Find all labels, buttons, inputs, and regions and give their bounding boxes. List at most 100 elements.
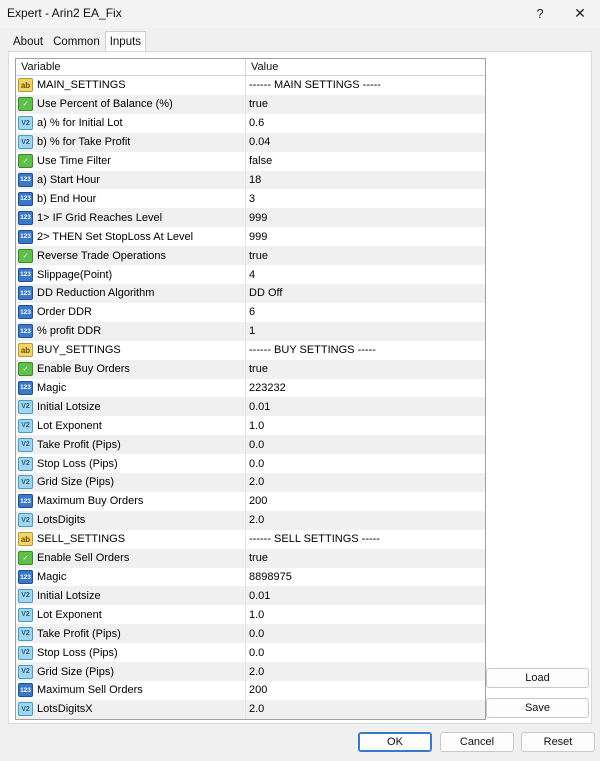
- table-row[interactable]: 123 Slippage(Point) 4: [16, 265, 485, 284]
- double-type-icon: V2: [18, 418, 33, 433]
- variable-cell: V2 Lot Exponent: [16, 605, 246, 625]
- value-cell[interactable]: 0.6: [246, 117, 485, 129]
- table-row[interactable]: V2 LotsDigitsX 2.0: [16, 699, 485, 719]
- table-row[interactable]: ✓ Use Percent of Balance (%) true: [16, 94, 485, 114]
- table-row[interactable]: 123 2> THEN Set StopLoss At Level 999: [16, 227, 485, 247]
- cancel-button[interactable]: Cancel: [440, 732, 514, 752]
- variable-name: Order DDR: [37, 306, 93, 319]
- variable-name: b) % for Take Profit: [37, 136, 131, 149]
- table-row[interactable]: 123 Order DDR 6: [16, 302, 485, 322]
- column-header-value[interactable]: Value: [246, 59, 485, 76]
- value-cell[interactable]: true: [246, 363, 485, 375]
- value-cell[interactable]: true: [246, 98, 485, 110]
- value-cell[interactable]: 3: [246, 193, 485, 205]
- table-row[interactable]: 123 Maximum Sell Orders 200: [16, 681, 485, 700]
- value-cell[interactable]: 2.0: [246, 703, 485, 715]
- table-row[interactable]: V2 Stop Loss (Pips) 0.0: [16, 643, 485, 663]
- value-cell[interactable]: 1.0: [246, 609, 485, 621]
- table-row[interactable]: V2 a) % for Initial Lot 0.6: [16, 113, 485, 133]
- column-header-variable[interactable]: Variable: [16, 59, 246, 76]
- value-cell[interactable]: 18: [246, 174, 485, 186]
- table-row[interactable]: 123 % profit DDR 1: [16, 321, 485, 341]
- table-row[interactable]: ✓ Reverse Trade Operations true: [16, 246, 485, 266]
- variable-cell: V2 Take Profit (Pips): [16, 435, 246, 455]
- value-cell[interactable]: 1.0: [246, 420, 485, 432]
- table-row[interactable]: V2 Stop Loss (Pips) 0.0: [16, 454, 485, 474]
- variable-name: 2> THEN Set StopLoss At Level: [37, 230, 194, 243]
- variable-cell: V2 Stop Loss (Pips): [16, 643, 246, 663]
- table-row[interactable]: V2 Take Profit (Pips) 0.0: [16, 435, 485, 455]
- variable-name: Enable Sell Orders: [37, 552, 130, 565]
- table-row[interactable]: ab SELL_SETTINGS ------ SELL SETTINGS ----…: [16, 529, 485, 549]
- table-row[interactable]: ✓ Enable Sell Orders true: [16, 548, 485, 568]
- tab-inputs[interactable]: Inputs: [104, 31, 147, 51]
- value-cell[interactable]: 0.0: [246, 458, 485, 470]
- save-button[interactable]: Save: [486, 698, 589, 718]
- table-row[interactable]: V2 Lot Exponent 1.0: [16, 605, 485, 625]
- variable-name: MAIN_SETTINGS: [37, 79, 126, 92]
- table-row[interactable]: V2 Grid Size (Pips) 2.0: [16, 473, 485, 492]
- table-row[interactable]: ab MAIN_SETTINGS ------ MAIN SETTINGS ----…: [16, 76, 485, 95]
- table-row[interactable]: 123 Maximum Buy Orders 200: [16, 491, 485, 511]
- table-row[interactable]: V2 b) % for Take Profit 0.04: [16, 132, 485, 152]
- table-row[interactable]: V2 LotsDigits 2.0: [16, 510, 485, 530]
- value-cell[interactable]: 0.0: [246, 647, 485, 659]
- value-cell[interactable]: 200: [246, 684, 485, 696]
- table-row[interactable]: 123 Magic 223232: [16, 378, 485, 398]
- value-cell[interactable]: true: [246, 250, 485, 262]
- grid-header: Variable Value: [16, 59, 485, 76]
- string-type-icon: ab: [18, 78, 33, 93]
- string-type-icon: ab: [18, 532, 33, 547]
- reset-button[interactable]: Reset: [521, 732, 595, 752]
- value-cell[interactable]: false: [246, 155, 485, 167]
- double-type-icon: V2: [18, 664, 33, 679]
- table-row[interactable]: ✓ Enable Buy Orders true: [16, 359, 485, 379]
- close-button[interactable]: ✕: [560, 0, 600, 26]
- variable-cell: 123 Maximum Buy Orders: [16, 491, 246, 511]
- table-row[interactable]: V2 Take Profit (Pips) 0.0: [16, 624, 485, 644]
- value-cell[interactable]: 2.0: [246, 476, 485, 488]
- table-row[interactable]: V2 Lot Exponent 1.0: [16, 416, 485, 436]
- tab-common[interactable]: Common: [48, 32, 105, 51]
- tab-about[interactable]: About: [8, 32, 48, 51]
- table-row[interactable]: 123 DD Reduction Algorithm DD Off: [16, 283, 485, 303]
- value-cell[interactable]: true: [246, 552, 485, 564]
- value-cell[interactable]: ------ SELL SETTINGS -----: [246, 533, 485, 545]
- table-row[interactable]: 123 1> IF Grid Reaches Level 999: [16, 208, 485, 228]
- table-row[interactable]: V2 Initial Lotsize 0.01: [16, 586, 485, 606]
- value-cell[interactable]: ------ BUY SETTINGS -----: [246, 344, 485, 356]
- value-cell[interactable]: 0.0: [246, 439, 485, 451]
- table-row[interactable]: 123 a) Start Hour 18: [16, 170, 485, 190]
- integer-type-icon: 123: [18, 494, 33, 509]
- value-cell[interactable]: 0.01: [246, 590, 485, 602]
- value-cell[interactable]: ------ MAIN SETTINGS -----: [246, 79, 485, 91]
- value-cell[interactable]: 0.04: [246, 136, 485, 148]
- value-cell[interactable]: 0.01: [246, 401, 485, 413]
- value-cell[interactable]: 0.0: [246, 628, 485, 640]
- value-cell[interactable]: 999: [246, 231, 485, 243]
- load-button[interactable]: Load: [486, 668, 589, 688]
- double-type-icon: V2: [18, 116, 33, 131]
- bool-type-icon: ✓: [18, 248, 33, 263]
- value-cell[interactable]: 1: [246, 325, 485, 337]
- integer-type-icon: 123: [18, 210, 33, 225]
- variable-name: Initial Lotsize: [37, 589, 101, 602]
- ok-button[interactable]: OK: [358, 732, 432, 752]
- value-cell[interactable]: 8898975: [246, 571, 485, 583]
- value-cell[interactable]: DD Off: [246, 287, 485, 299]
- table-row[interactable]: ✓ Use Time Filter false: [16, 151, 485, 171]
- value-cell[interactable]: 223232: [246, 382, 485, 394]
- value-cell[interactable]: 2.0: [246, 514, 485, 526]
- value-cell[interactable]: 2.0: [246, 666, 485, 678]
- table-row[interactable]: 123 Magic 8898975: [16, 567, 485, 587]
- value-cell[interactable]: 200: [246, 495, 485, 507]
- value-cell[interactable]: 4: [246, 269, 485, 281]
- table-row[interactable]: 123 b) End Hour 3: [16, 189, 485, 209]
- table-row[interactable]: V2 Initial Lotsize 0.01: [16, 397, 485, 417]
- variable-cell: V2 Grid Size (Pips): [16, 662, 246, 681]
- value-cell[interactable]: 999: [246, 212, 485, 224]
- help-button[interactable]: ?: [520, 0, 560, 26]
- table-row[interactable]: ab BUY_SETTINGS ------ BUY SETTINGS -----: [16, 340, 485, 360]
- value-cell[interactable]: 6: [246, 306, 485, 318]
- table-row[interactable]: V2 Grid Size (Pips) 2.0: [16, 662, 485, 681]
